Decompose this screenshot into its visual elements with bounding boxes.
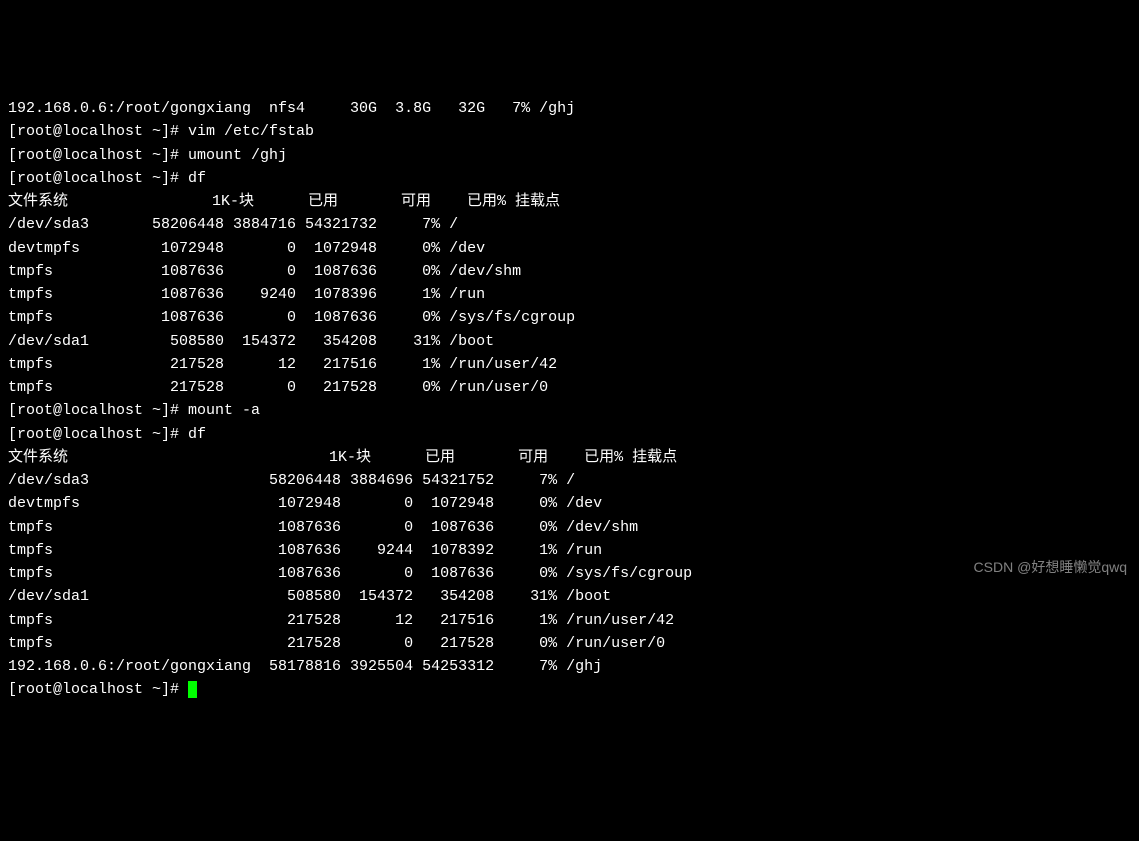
df1-row: tmpfs 1087636 0 1087636 0% /dev/shm xyxy=(8,260,1131,283)
df2-row: tmpfs 1087636 0 1087636 0% /sys/fs/cgrou… xyxy=(8,562,1131,585)
df1-row: devtmpfs 1072948 0 1072948 0% /dev xyxy=(8,237,1131,260)
df1-row: /dev/sda3 58206448 3884716 54321732 7% / xyxy=(8,213,1131,236)
df2-row: /dev/sda3 58206448 3884696 54321752 7% / xyxy=(8,469,1131,492)
df1-row: tmpfs 217528 0 217528 0% /run/user/0 xyxy=(8,376,1131,399)
terminal-output[interactable]: 192.168.0.6:/root/gongxiang nfs4 30G 3.8… xyxy=(8,97,1131,702)
df2-header: 文件系统 1K-块 已用 可用 已用% 挂载点 xyxy=(8,446,1131,469)
df2-row: devtmpfs 1072948 0 1072948 0% /dev xyxy=(8,492,1131,515)
df2-row: tmpfs 1087636 9244 1078392 1% /run xyxy=(8,539,1131,562)
df2-row: tmpfs 217528 12 217516 1% /run/user/42 xyxy=(8,609,1131,632)
command-vim: [root@localhost ~]# vim /etc/fstab xyxy=(8,120,1131,143)
command-df2: [root@localhost ~]# df xyxy=(8,423,1131,446)
command-mount-a: [root@localhost ~]# mount -a xyxy=(8,399,1131,422)
df1-row: tmpfs 1087636 0 1087636 0% /sys/fs/cgrou… xyxy=(8,306,1131,329)
df2-row: tmpfs 217528 0 217528 0% /run/user/0 xyxy=(8,632,1131,655)
df1-row: tmpfs 1087636 9240 1078396 1% /run xyxy=(8,283,1131,306)
cursor xyxy=(188,681,197,698)
df2-row: 192.168.0.6:/root/gongxiang 58178816 392… xyxy=(8,655,1131,678)
df2-row: tmpfs 1087636 0 1087636 0% /dev/shm xyxy=(8,516,1131,539)
df1-header: 文件系统 1K-块 已用 可用 已用% 挂载点 xyxy=(8,190,1131,213)
command-df: [root@localhost ~]# df xyxy=(8,167,1131,190)
df1-row: /dev/sda1 508580 154372 354208 31% /boot xyxy=(8,330,1131,353)
command-umount: [root@localhost ~]# umount /ghj xyxy=(8,144,1131,167)
output-truncated: 192.168.0.6:/root/gongxiang nfs4 30G 3.8… xyxy=(8,97,1131,120)
df1-row: tmpfs 217528 12 217516 1% /run/user/42 xyxy=(8,353,1131,376)
prompt-current[interactable]: [root@localhost ~]# xyxy=(8,678,1131,701)
